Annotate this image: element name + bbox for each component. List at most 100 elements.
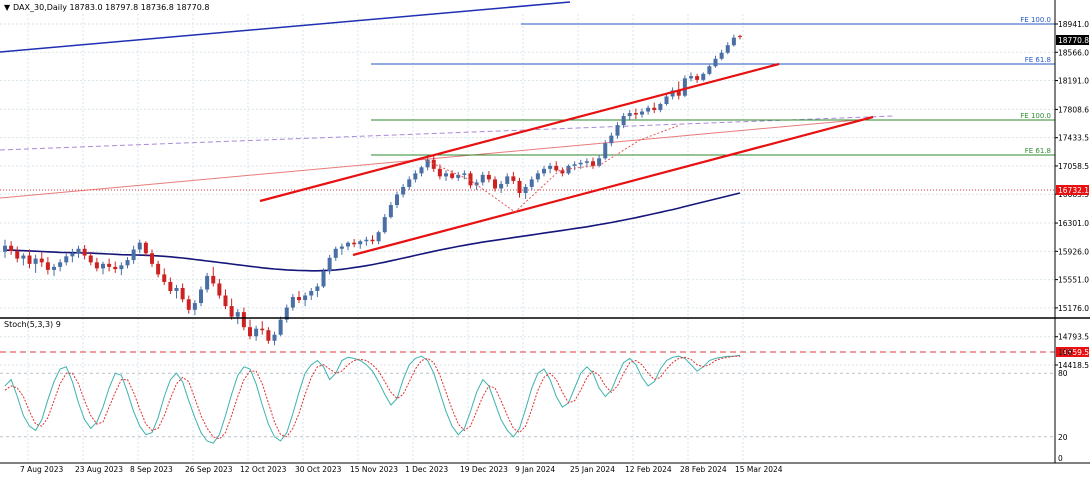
candle-body — [125, 260, 130, 266]
date-tick-label: 12 Feb 2024 — [625, 465, 672, 474]
candle-body — [278, 319, 283, 335]
candle-body — [682, 78, 687, 96]
candle-body — [548, 165, 553, 169]
candle-body — [70, 253, 75, 257]
candle-body — [272, 334, 277, 341]
date-tick-label: 15 Nov 2023 — [350, 465, 398, 474]
price-tag-label: 18770.8 — [1058, 36, 1089, 45]
candle-body — [640, 111, 644, 115]
candle-body — [217, 283, 222, 296]
candle-body — [627, 113, 632, 117]
candle-body — [364, 239, 369, 242]
candle-body — [554, 165, 559, 171]
candle-body — [413, 173, 418, 180]
candle-body — [150, 253, 154, 264]
price-tick-label: 15176.0 — [1058, 304, 1089, 313]
fib-level-label: FE 100.0 — [1020, 16, 1051, 24]
date-tick-label: 8 Sep 2023 — [130, 465, 173, 474]
candle-body — [658, 104, 663, 111]
candle-body — [266, 330, 271, 341]
candle-body — [45, 262, 50, 270]
candle-body — [119, 265, 124, 270]
candle-body — [235, 312, 240, 317]
candle-body — [358, 241, 363, 245]
candle-body — [297, 297, 301, 301]
candle-body — [609, 135, 614, 144]
candle-body — [143, 242, 148, 254]
candle-body — [572, 164, 577, 166]
candle-body — [174, 287, 179, 291]
candle-body — [192, 303, 197, 310]
candle-body — [339, 246, 344, 249]
candle-body — [211, 275, 216, 284]
date-tick-label: 28 Feb 2024 — [680, 465, 727, 474]
candle-body — [615, 125, 620, 136]
candle-body — [205, 275, 210, 290]
candle-body — [131, 249, 136, 261]
candle-body — [542, 168, 546, 174]
stoch-tick-label: 80 — [1058, 369, 1068, 378]
candle-body — [499, 183, 504, 189]
candle-body — [223, 295, 228, 307]
chart-canvas: FE 100.0 FE 61.8 FE 100.0 FE 61.8 18941.0 18… — [0, 0, 1090, 478]
candle-body — [560, 170, 565, 174]
candle-body — [523, 186, 528, 193]
price-tick-label: 17808.6 — [1058, 105, 1089, 114]
price-tick-label: 16301.0 — [1058, 219, 1089, 228]
candle-body — [713, 58, 718, 67]
candle-body — [437, 168, 442, 177]
candle-body — [401, 186, 406, 195]
stoch-tick-label: 100 — [1058, 348, 1073, 357]
candle-body — [248, 327, 252, 337]
candle-body — [88, 255, 93, 263]
candle-body — [168, 281, 173, 291]
candle-body — [352, 242, 357, 245]
candle-body — [52, 266, 56, 270]
candle-body — [621, 116, 626, 126]
stoch-tick-label: 0 — [1058, 454, 1063, 463]
candle-body — [725, 45, 730, 53]
date-tick-label: 25 Jan 2024 — [570, 465, 615, 474]
price-tag-label: 16732.1 — [1058, 186, 1089, 195]
candle-body — [309, 290, 314, 296]
menu-triangle-icon[interactable]: ▼ — [4, 3, 11, 12]
candle-body — [719, 52, 724, 59]
stoch-header: Stoch(5,3,3) 9 — [4, 320, 61, 329]
price-tick-label: 17433.5 — [1058, 134, 1089, 143]
candle-body — [39, 258, 44, 263]
candle-body — [480, 174, 485, 183]
candle-body — [162, 274, 167, 282]
candle-body — [701, 73, 706, 80]
candle-body — [137, 242, 142, 250]
candle-body — [633, 113, 638, 115]
candle-body — [260, 328, 265, 331]
candle-body — [180, 287, 185, 300]
candle-body — [388, 205, 393, 218]
candle-body — [33, 258, 38, 264]
date-tick-label: 1 Dec 2023 — [405, 465, 448, 474]
candle-body — [505, 176, 510, 184]
candle-body — [58, 262, 63, 267]
candle-body — [15, 251, 20, 259]
candle-body — [738, 35, 742, 37]
candle-body — [493, 179, 497, 189]
candle-body — [94, 262, 99, 269]
candle-body — [511, 176, 516, 181]
candle-body — [27, 255, 32, 264]
fib-level-label: FE 100.0 — [1020, 112, 1051, 120]
price-tick-label: 18941.0 — [1058, 20, 1089, 29]
candle-body — [462, 173, 467, 175]
candle-body — [3, 245, 7, 252]
candle-body — [646, 107, 651, 112]
candle-body — [199, 289, 203, 304]
date-tick-label: 12 Oct 2023 — [240, 465, 287, 474]
candle-body — [419, 167, 424, 174]
price-tick-label: 18566.0 — [1058, 48, 1089, 57]
candle-body — [535, 173, 540, 180]
candle-body — [254, 328, 259, 337]
candle-body — [731, 37, 736, 46]
candle-body — [346, 242, 350, 247]
price-tick-label: 15551.0 — [1058, 276, 1089, 285]
candle-body — [584, 161, 589, 163]
date-tick-label: 7 Aug 2023 — [20, 465, 63, 474]
